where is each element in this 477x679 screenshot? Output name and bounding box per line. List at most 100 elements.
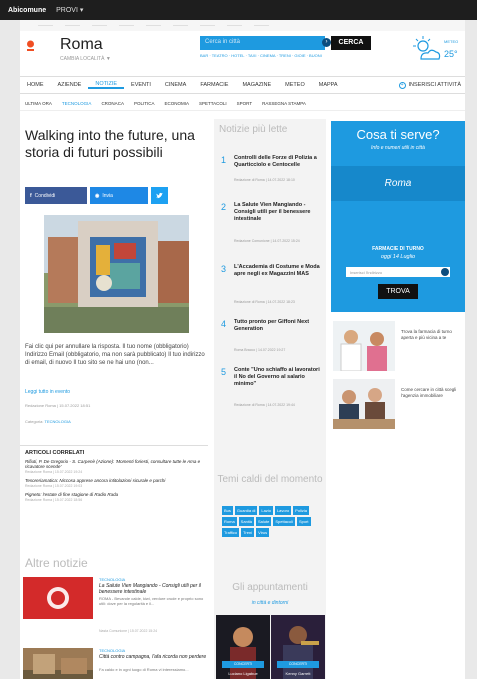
most-read-title[interactable]: L'Accademia di Costume e Moda apre negli… bbox=[234, 264, 320, 278]
search-submit-icon[interactable]: › bbox=[322, 38, 331, 47]
subnav-item[interactable]: RASSEGNA STAMPA bbox=[257, 101, 311, 106]
most-read-item[interactable]: 1 Controlli delle Forze di Polizia a Qua… bbox=[221, 155, 321, 195]
topic-tag[interactable]: Sport bbox=[296, 517, 311, 526]
most-read-item[interactable]: 5 Conte "Uno schiaffo ai lavoratori il N… bbox=[221, 367, 321, 427]
category-link[interactable]: TECNOLOGIA bbox=[45, 419, 71, 424]
top-link[interactable]: ——— bbox=[200, 23, 215, 29]
most-read-meta: Redazione di Roma | 14.07.2022 18:23 bbox=[234, 300, 295, 304]
nav-item-cinema[interactable]: CINEMA bbox=[158, 82, 193, 88]
site-logo[interactable]: Abicomune bbox=[8, 7, 46, 14]
event-category-button[interactable]: CONCERTI bbox=[222, 661, 264, 668]
news-category: TECNOLOGIA bbox=[99, 577, 126, 582]
nav-item-farmacie[interactable]: FARMACIE bbox=[193, 82, 235, 88]
most-read-item[interactable]: 4 Tutto pronto per Giffoni Next Generati… bbox=[221, 319, 321, 359]
topic-tag[interactable]: Virus bbox=[256, 528, 270, 537]
read-more-link[interactable]: Leggi tutto in evento bbox=[25, 389, 70, 395]
subnav-item[interactable]: CRONACA bbox=[96, 101, 129, 106]
events-heading: Gli appuntamenti bbox=[232, 582, 308, 593]
most-read-item[interactable]: 2 La Salute Vien Mangiando - Consigli ut… bbox=[221, 202, 321, 262]
most-read-title[interactable]: La Salute Vien Mangiando - Consigli util… bbox=[234, 202, 320, 223]
nav-item-home[interactable]: HOME bbox=[20, 82, 51, 88]
city-banner: Roma bbox=[331, 166, 465, 201]
subnav-item[interactable]: SPORT bbox=[232, 101, 257, 106]
nav-item-magazine[interactable]: MAGAZINE bbox=[235, 82, 278, 88]
news-item[interactable]: TECNOLOGIA La Salute Vien Mangiando - Co… bbox=[23, 577, 208, 637]
address-input[interactable]: Inserisci l'indirizzo bbox=[346, 267, 450, 277]
top-link[interactable]: ——— bbox=[146, 23, 161, 29]
news-title[interactable]: Città contro campagna, l'afa ricorda non… bbox=[99, 654, 207, 660]
topic-tag[interactable]: Treni bbox=[241, 528, 255, 537]
nav-item-aziende[interactable]: AZIENDE bbox=[51, 82, 89, 88]
messenger-share-button[interactable]: ◉ Invia bbox=[90, 187, 148, 204]
search-suggestions[interactable]: BAR · TEATRO · HOTEL · TAXI · CINEMA · T… bbox=[200, 53, 390, 58]
news-description: ROMA - Bevande calde, kiwi, verdure crud… bbox=[99, 596, 204, 606]
subnav-item-active[interactable]: TECNOLOGIA bbox=[57, 101, 97, 106]
most-read-meta: Redazione di Roma | 14.07.2022 19:44 bbox=[234, 403, 295, 407]
top-link[interactable]: ——— bbox=[254, 23, 269, 29]
main-nav: HOME AZIENDE NOTIZIE EVENTI CINEMA FARMA… bbox=[20, 76, 465, 94]
top-link[interactable]: ——— bbox=[65, 23, 80, 29]
most-read-title[interactable]: Controlli delle Forze di Polizia a Quart… bbox=[234, 155, 320, 169]
related-link[interactable]: Tesoreriamatica: Niccosa apprese ancora … bbox=[25, 478, 203, 483]
promo-text: Trova la farmacia di turno aperta e più … bbox=[401, 329, 452, 340]
facebook-icon: f bbox=[30, 192, 32, 199]
topic-tag[interactable]: Bus bbox=[222, 506, 233, 515]
topic-tag[interactable]: Guardia di bbox=[234, 506, 258, 515]
top-link[interactable]: ——— bbox=[92, 23, 107, 29]
event-caption: Luciano Ligabue bbox=[228, 671, 258, 676]
topic-tag[interactable]: Roma bbox=[222, 517, 237, 526]
nav-item-eventi[interactable]: EVENTI bbox=[124, 82, 158, 88]
rank-number: 2 bbox=[221, 202, 227, 212]
promo-realestate[interactable]: Come cercare in città scegli l'agenzia i… bbox=[333, 379, 465, 429]
most-read-title[interactable]: Tutto pronto per Giffoni Next Generation bbox=[234, 319, 320, 333]
news-title[interactable]: La Salute Vien Mangiando - Consigli util… bbox=[99, 583, 207, 595]
top-link[interactable]: ——— bbox=[227, 23, 242, 29]
facebook-share-button[interactable]: f Condividi bbox=[25, 187, 87, 204]
subnav-item[interactable]: ULTIMA ORA bbox=[20, 101, 57, 106]
most-read-item[interactable]: 3 L'Accademia di Costume e Moda apre neg… bbox=[221, 264, 321, 314]
top-link[interactable]: ——— bbox=[38, 23, 53, 29]
subnav-item[interactable]: ECONOMIA bbox=[159, 101, 194, 106]
event-card[interactable]: CONCERTI Luciano Ligabue bbox=[216, 615, 270, 679]
topic-tag[interactable]: Polizia bbox=[293, 506, 309, 515]
search-input[interactable]: Cerca in città bbox=[200, 36, 325, 50]
messenger-share-label: Invia bbox=[102, 192, 113, 199]
event-image bbox=[271, 615, 325, 679]
event-image bbox=[216, 615, 270, 679]
related-link[interactable]: Rifiuti, P. De Gregorio - S. Carpenè (Az… bbox=[25, 459, 203, 469]
weather-widget[interactable]: METEO 25° bbox=[412, 35, 462, 65]
nav-item-meteo[interactable]: METEO bbox=[278, 82, 312, 88]
topic-tag[interactable]: Salute bbox=[256, 517, 272, 526]
top-bar: Abicomune PROVI ▾ bbox=[0, 0, 477, 20]
topic-tag[interactable]: Traffico bbox=[222, 528, 240, 537]
most-read-title[interactable]: Conte "Uno schiaffo ai lavoratori il No … bbox=[234, 367, 320, 388]
search-button[interactable]: CERCA bbox=[331, 36, 371, 50]
article-photo[interactable] bbox=[44, 215, 189, 333]
subnav-item[interactable]: SPETTACOLI bbox=[194, 101, 232, 106]
insert-activity-link[interactable]: + INSERISCI ATTIVITÀ bbox=[398, 81, 461, 89]
twitter-share-button[interactable] bbox=[151, 187, 168, 204]
topic-tag[interactable]: Lavoro bbox=[274, 506, 292, 515]
top-link[interactable]: ——— bbox=[173, 23, 188, 29]
topic-tag[interactable]: Lazio bbox=[259, 506, 273, 515]
province-menu[interactable]: PROVI ▾ bbox=[56, 6, 83, 14]
related-link[interactable]: Pigneto: l'estate di fine stagione di Ra… bbox=[25, 492, 203, 497]
nav-item-notizie[interactable]: NOTIZIE bbox=[88, 81, 125, 89]
locate-icon[interactable] bbox=[441, 268, 449, 276]
topic-tag[interactable]: Spettacoli bbox=[273, 517, 295, 526]
related-meta: Redazione Roma | 15.07.2022 19:24 bbox=[25, 470, 83, 474]
twitter-icon bbox=[156, 192, 163, 198]
nav-item-mappa[interactable]: MAPPA bbox=[312, 82, 345, 88]
change-city-link[interactable]: CAMBIA LOCALITÀ ▼ bbox=[60, 56, 111, 62]
temperature: 25° bbox=[444, 49, 458, 59]
top-link[interactable]: ——— bbox=[119, 23, 134, 29]
promo-pharmacy[interactable]: Trova la farmacia di turno aperta e più … bbox=[333, 321, 465, 371]
event-card[interactable]: CONCERTI Kenny Garrett bbox=[271, 615, 325, 679]
find-pharmacy-button[interactable]: TROVA bbox=[378, 284, 418, 299]
event-category-button[interactable]: CONCERTI bbox=[277, 661, 319, 668]
topic-tag[interactable]: Sanità bbox=[238, 517, 255, 526]
hot-topics-tags: Bus Guardia di Lazio Lavoro Polizia Roma… bbox=[222, 506, 320, 537]
subnav-item[interactable]: POLITICA bbox=[129, 101, 160, 106]
article-title: Walking into the future, una storia di f… bbox=[25, 127, 195, 160]
news-item[interactable]: TECNOLOGIA Città contro campagna, l'afa … bbox=[23, 648, 208, 679]
